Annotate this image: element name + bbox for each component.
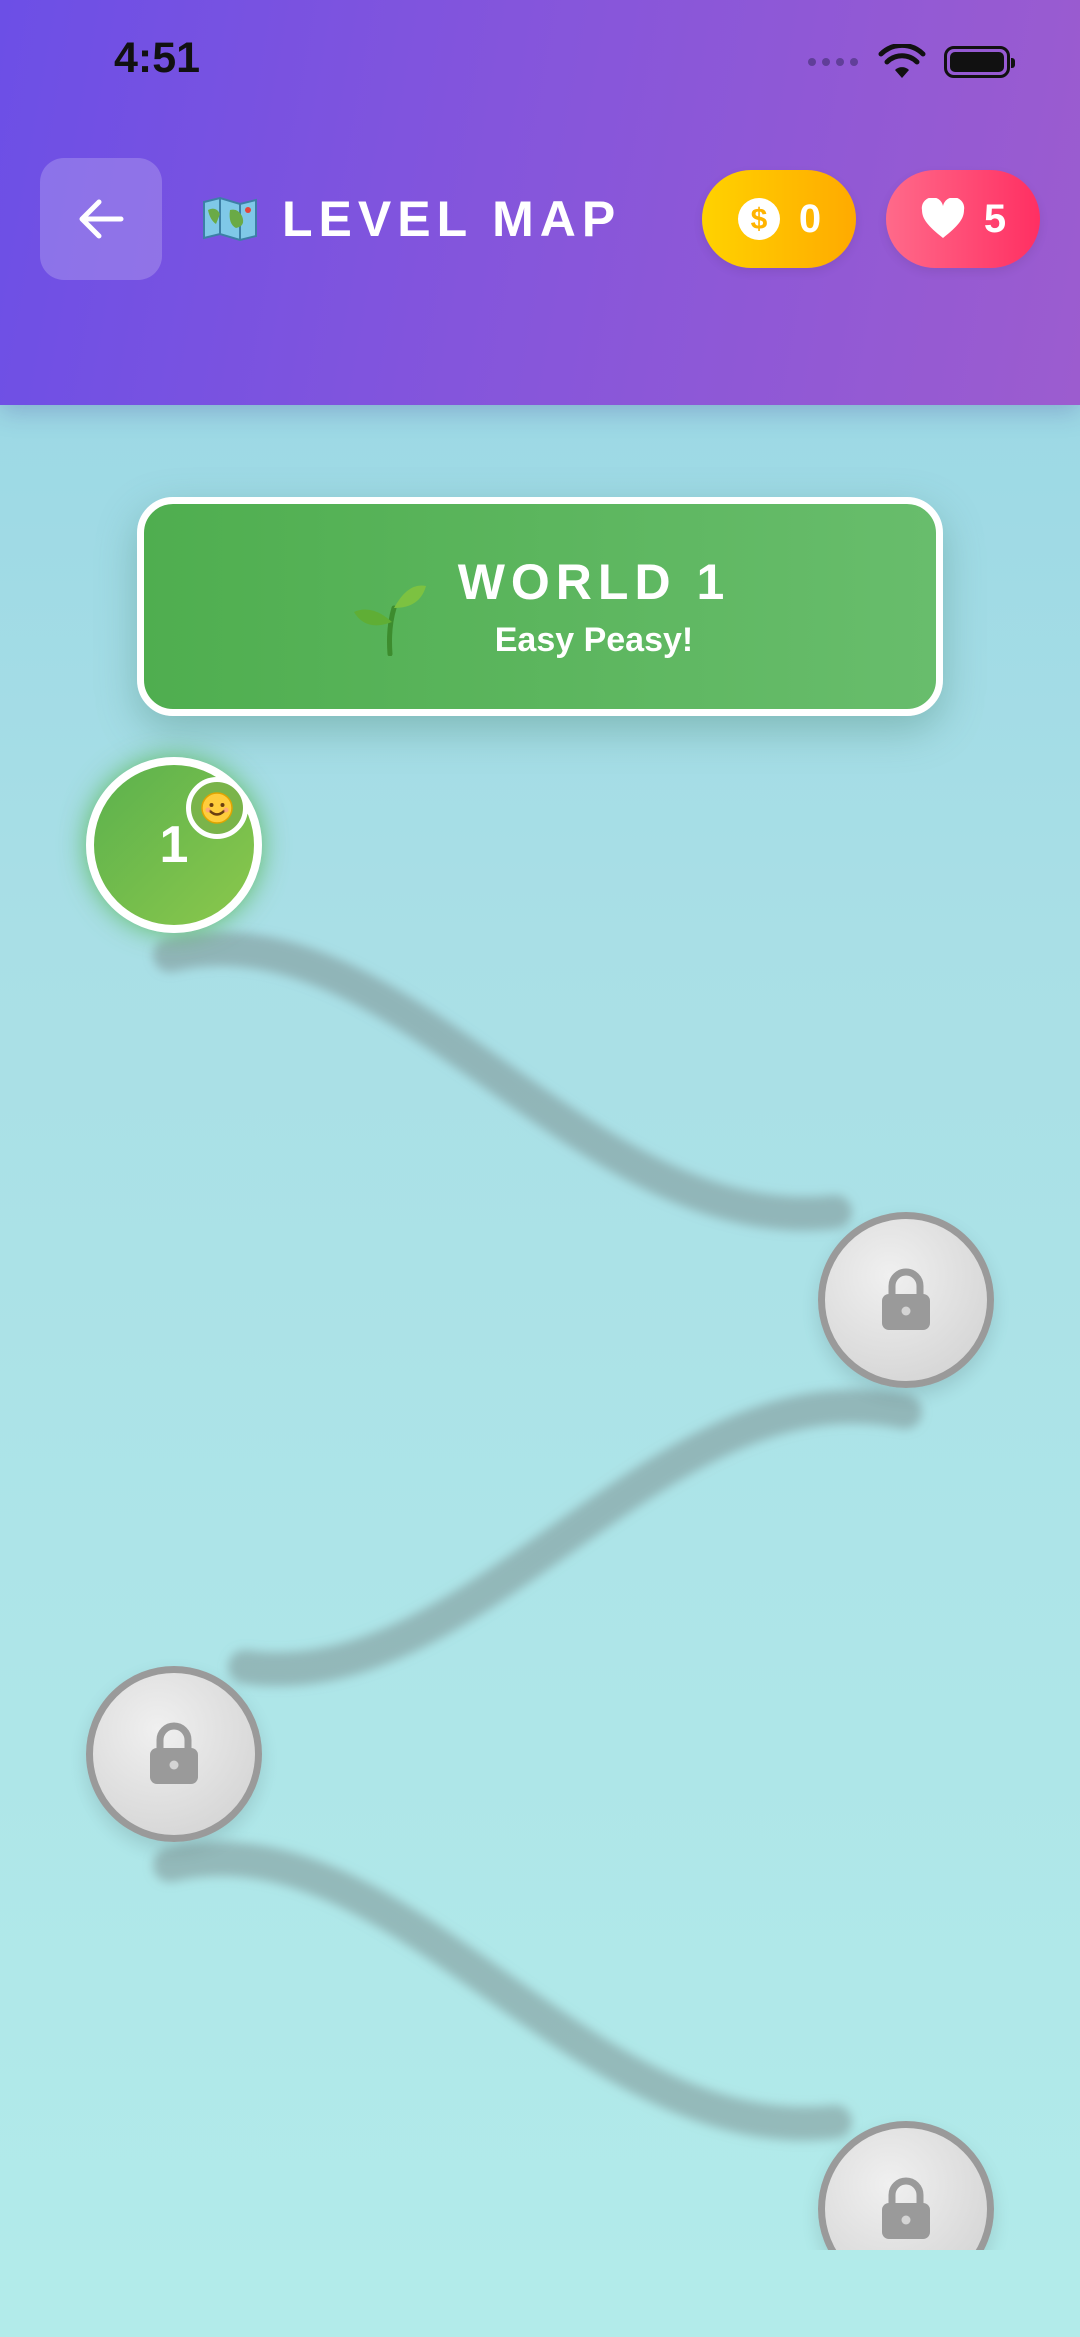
level-node-2-locked[interactable]	[818, 1212, 994, 1388]
level-node-1[interactable]: 1	[86, 757, 262, 933]
lock-icon	[882, 2177, 930, 2239]
path-segment	[153, 1842, 852, 2141]
path-segment	[153, 932, 852, 1231]
smiley-face-icon	[186, 777, 248, 839]
level-node-3-locked[interactable]	[86, 1666, 262, 1842]
sprout-icon	[353, 584, 426, 656]
world-title: WORLD 1	[457, 554, 731, 610]
lock-icon	[882, 1268, 930, 1330]
bottom-area	[0, 2250, 1080, 2337]
path-segment	[228, 1389, 922, 1687]
level-path	[153, 932, 922, 2141]
world-text: WORLD 1 Easy Peasy!	[458, 553, 731, 660]
lock-icon	[150, 1722, 198, 1784]
level-number: 1	[159, 816, 189, 874]
world-banner: WORLD 1 Easy Peasy!	[137, 497, 943, 716]
world-subtitle: Easy Peasy!	[494, 621, 694, 659]
